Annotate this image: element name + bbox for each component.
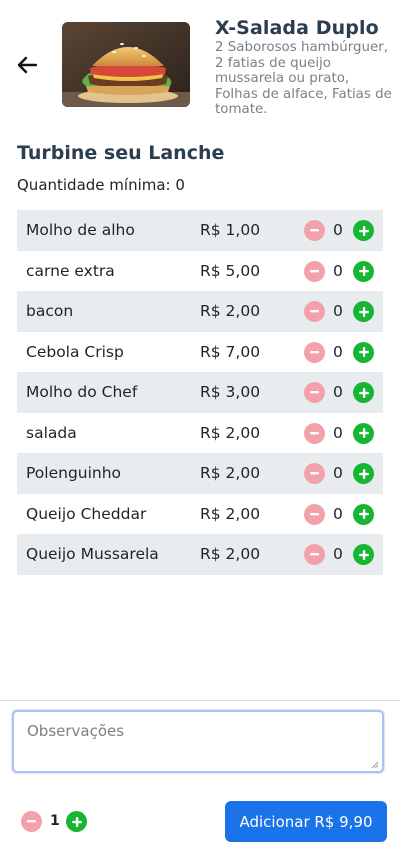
extra-item-row: Molho de alho R$ 1,00 0 bbox=[17, 210, 383, 251]
plus-icon bbox=[71, 816, 82, 827]
extra-item-name: Molho do Chef bbox=[26, 383, 138, 402]
minus-icon bbox=[310, 310, 319, 313]
product-image bbox=[62, 22, 190, 107]
back-button[interactable] bbox=[14, 50, 40, 80]
minus-icon bbox=[310, 512, 319, 515]
extra-item-quantity: 0 bbox=[333, 342, 343, 361]
decrease-order-quantity-button[interactable] bbox=[21, 811, 42, 832]
extra-item-name: Molho de alho bbox=[26, 221, 135, 240]
minus-icon bbox=[310, 553, 319, 556]
plus-icon bbox=[358, 266, 369, 276]
extra-item-row: carne extra R$ 5,00 0 bbox=[17, 251, 383, 292]
minus-icon bbox=[310, 350, 319, 353]
extra-item-quantity: 0 bbox=[333, 302, 343, 321]
plus-icon bbox=[358, 428, 369, 438]
extra-item-quantity: 0 bbox=[333, 383, 343, 402]
plus-icon bbox=[358, 509, 369, 519]
resize-grip-icon[interactable] bbox=[371, 761, 379, 769]
section-title: Turbine seu Lanche bbox=[17, 142, 225, 164]
extra-item-price: R$ 2,00 bbox=[200, 464, 261, 483]
extra-item-quantity: 0 bbox=[333, 464, 343, 483]
plus-icon bbox=[358, 468, 369, 479]
decrease-quantity-button[interactable] bbox=[304, 341, 325, 363]
extra-item-price: R$ 2,00 bbox=[200, 545, 261, 564]
extra-item-price: R$ 2,00 bbox=[200, 504, 261, 523]
extra-item-row: Polenguinho R$ 2,00 0 bbox=[17, 453, 383, 494]
extra-item-name: Queijo Cheddar bbox=[26, 504, 147, 523]
extra-item-quantity: 0 bbox=[333, 221, 343, 240]
minimum-quantity-label: Quantidade mínima: 0 bbox=[17, 176, 185, 194]
minus-icon bbox=[310, 391, 319, 394]
increase-quantity-button[interactable] bbox=[353, 544, 374, 565]
minus-icon bbox=[27, 820, 36, 823]
decrease-quantity-button[interactable] bbox=[304, 260, 325, 282]
footer-divider bbox=[0, 700, 400, 701]
increase-quantity-button[interactable] bbox=[353, 463, 374, 484]
extra-item-row: Queijo Cheddar R$ 2,00 0 bbox=[17, 494, 383, 535]
plus-icon bbox=[358, 225, 369, 236]
increase-quantity-button[interactable] bbox=[353, 382, 374, 403]
extra-item-name: salada bbox=[26, 423, 77, 442]
decrease-quantity-button[interactable] bbox=[304, 220, 325, 241]
extra-item-quantity: 0 bbox=[333, 423, 343, 442]
extra-item-row: bacon R$ 2,00 0 bbox=[17, 291, 383, 332]
extra-item-name: Queijo Mussarela bbox=[26, 545, 159, 564]
extra-item-name: Polenguinho bbox=[26, 464, 122, 483]
extra-item-name: Cebola Crisp bbox=[26, 342, 124, 361]
increase-quantity-button[interactable] bbox=[353, 503, 374, 525]
plus-icon bbox=[358, 549, 369, 560]
plus-icon bbox=[358, 347, 369, 357]
increase-quantity-button[interactable] bbox=[353, 301, 374, 322]
extra-item-quantity: 0 bbox=[333, 261, 343, 280]
product-header: X-Salada Duplo 2 Saborosos hambúrguer, 2… bbox=[0, 0, 400, 130]
add-to-cart-button[interactable]: Adicionar R$ 9,90 bbox=[225, 801, 387, 842]
extra-item-price: R$ 5,00 bbox=[200, 261, 261, 280]
extra-item-price: R$ 3,00 bbox=[200, 383, 261, 402]
extras-list: Molho de alho R$ 1,00 0 carne extra R$ 5… bbox=[17, 210, 383, 575]
extra-item-row: Queijo Mussarela R$ 2,00 0 bbox=[17, 534, 383, 575]
decrease-quantity-button[interactable] bbox=[304, 301, 325, 322]
order-quantity: 1 bbox=[50, 813, 60, 829]
minus-icon bbox=[310, 431, 319, 434]
product-description: 2 Saborosos hambúrguer, 2 fatias de quei… bbox=[215, 40, 392, 117]
minus-icon bbox=[310, 269, 319, 272]
increase-quantity-button[interactable] bbox=[353, 220, 374, 241]
extra-item-price: R$ 2,00 bbox=[200, 423, 261, 442]
decrease-quantity-button[interactable] bbox=[304, 382, 325, 403]
extra-item-row: Cebola Crisp R$ 7,00 0 bbox=[17, 332, 383, 373]
minus-icon bbox=[310, 229, 319, 232]
observations-field[interactable]: Observações bbox=[12, 710, 384, 773]
increase-quantity-button[interactable] bbox=[353, 260, 374, 282]
minus-icon bbox=[310, 472, 319, 475]
extra-item-price: R$ 2,00 bbox=[200, 302, 261, 321]
observations-placeholder: Observações bbox=[27, 722, 125, 740]
extra-item-name: bacon bbox=[26, 302, 74, 321]
product-title: X-Salada Duplo bbox=[215, 17, 379, 39]
increase-order-quantity-button[interactable] bbox=[66, 811, 87, 832]
extra-item-quantity: 0 bbox=[333, 545, 343, 564]
extra-item-name: carne extra bbox=[26, 261, 115, 280]
plus-icon bbox=[358, 387, 369, 398]
extra-item-price: R$ 7,00 bbox=[200, 342, 261, 361]
decrease-quantity-button[interactable] bbox=[304, 544, 325, 565]
increase-quantity-button[interactable] bbox=[353, 341, 374, 363]
decrease-quantity-button[interactable] bbox=[304, 503, 325, 525]
decrease-quantity-button[interactable] bbox=[304, 463, 325, 484]
extra-item-row: salada R$ 2,00 0 bbox=[17, 413, 383, 454]
extra-item-price: R$ 1,00 bbox=[200, 221, 261, 240]
extra-item-quantity: 0 bbox=[333, 504, 343, 523]
extra-item-row: Molho do Chef R$ 3,00 0 bbox=[17, 372, 383, 413]
arrow-left-icon bbox=[17, 56, 38, 74]
increase-quantity-button[interactable] bbox=[353, 422, 374, 444]
plus-icon bbox=[358, 306, 369, 317]
decrease-quantity-button[interactable] bbox=[304, 422, 325, 444]
